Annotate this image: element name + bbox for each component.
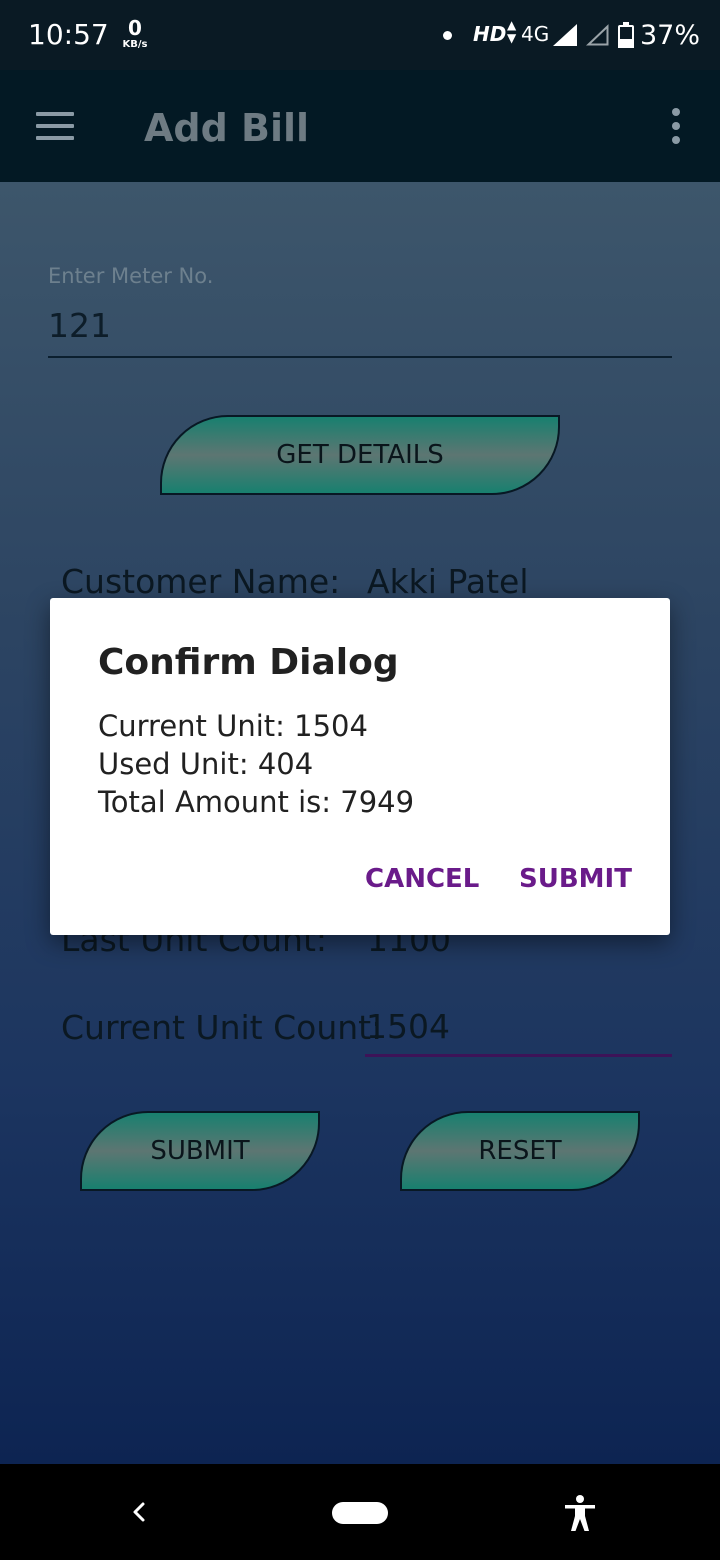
accessibility-icon[interactable]	[563, 1494, 597, 1532]
get-details-button[interactable]: GET DETAILS	[160, 415, 560, 495]
dialog-current-unit: Current Unit: 1504	[98, 709, 368, 743]
page-title: Add Bill	[144, 106, 310, 150]
battery-icon	[618, 22, 634, 48]
data-speed-value: 0	[128, 16, 142, 40]
notification-dot-icon	[443, 31, 452, 40]
navigation-bar	[0, 1464, 720, 1560]
customer-name-value: Akki Patel	[367, 562, 529, 601]
dialog-cancel-button[interactable]: CANCEL	[365, 864, 479, 894]
dialog-submit-button[interactable]: SUBMIT	[519, 864, 632, 894]
app-bar: Add Bill	[0, 70, 720, 182]
dialog-title: Confirm Dialog	[98, 642, 399, 683]
data-speed-unit: KB/s	[122, 39, 148, 50]
screen: 10:57 0 KB/s HD ▲ ▼ 4G 37% Add Bill Ente…	[0, 0, 720, 1560]
current-unit-count-input[interactable]: 1504	[365, 1003, 672, 1057]
dialog-used-unit: Used Unit: 404	[98, 747, 314, 781]
battery-percent: 37%	[640, 20, 701, 51]
reset-button[interactable]: RESET	[400, 1111, 640, 1191]
status-bar: 10:57 0 KB/s HD ▲ ▼ 4G 37%	[0, 0, 720, 70]
submit-button[interactable]: SUBMIT	[80, 1111, 320, 1191]
data-arrows-icon: ▲ ▼	[507, 18, 517, 45]
current-unit-count-value: 1504	[366, 1007, 450, 1046]
dialog-total-amount: Total Amount is: 7949	[98, 785, 415, 819]
current-unit-count-label: Current Unit Count:	[61, 1008, 383, 1047]
confirm-dialog: Confirm Dialog Current Unit: 1504 Used U…	[50, 598, 670, 935]
home-pill-icon[interactable]	[332, 1502, 388, 1524]
hamburger-menu-icon[interactable]	[36, 112, 76, 142]
network-type: 4G	[521, 22, 550, 46]
meter-number-label: Enter Meter No.	[48, 264, 214, 288]
customer-name-label: Customer Name:	[61, 562, 341, 601]
meter-number-input[interactable]: 121	[48, 306, 672, 358]
status-time: 10:57	[28, 18, 109, 51]
signal-empty-icon	[585, 24, 609, 46]
back-icon[interactable]	[127, 1498, 151, 1526]
overflow-menu-icon[interactable]	[664, 106, 688, 146]
hd-indicator: HD	[473, 22, 507, 46]
data-speed-indicator: 0 KB/s	[118, 18, 152, 50]
signal-full-icon	[553, 24, 577, 46]
